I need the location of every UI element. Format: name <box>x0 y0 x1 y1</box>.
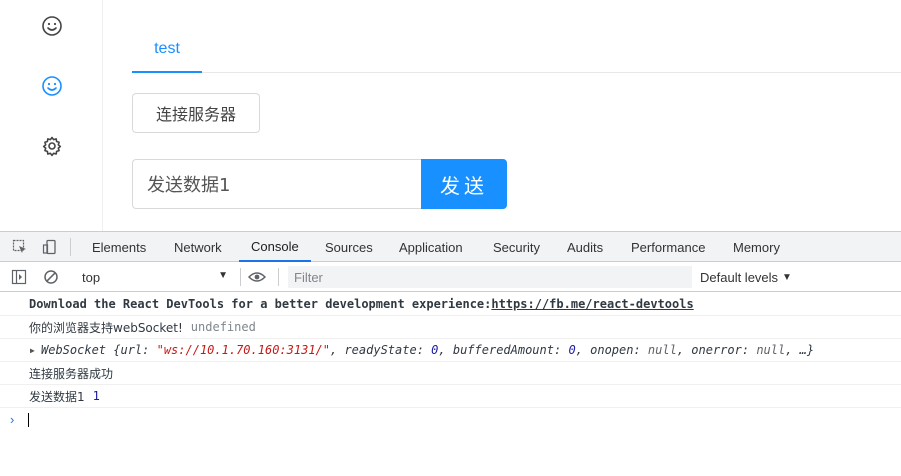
ws-ready-key: , readyState: <box>330 343 432 357</box>
ws-object-name: WebSocket <box>41 343 107 357</box>
ws-url-value: "ws://10.1.70.160:3131/" <box>156 343 330 357</box>
clear-console-icon[interactable] <box>42 268 60 286</box>
send-button-label: 发送 <box>440 173 488 198</box>
ws-object-open: {url: <box>106 343 157 357</box>
device-toolbar-icon[interactable] <box>41 238 59 256</box>
devtools-tab-sources[interactable]: Sources <box>325 232 373 262</box>
devtools-tab-label: Performance <box>631 239 706 255</box>
devtools-tab-bar: Elements Network Console Sources Applica… <box>0 232 901 262</box>
send-button[interactable]: 发送 <box>421 159 507 209</box>
sidebar-toggle-icon[interactable] <box>10 268 28 286</box>
smile-icon[interactable] <box>40 14 64 38</box>
ws-onerror-key: , onerror: <box>676 343 757 357</box>
app-window: test 连接服务器 发送数据1 发送 <box>0 0 901 231</box>
devtools-tab-performance[interactable]: Performance <box>631 232 705 262</box>
ws-ready-value: 0 <box>431 343 439 357</box>
toolbar-separator <box>278 268 279 286</box>
tab-test[interactable]: test <box>132 24 202 73</box>
devtools-tab-label: Security <box>493 239 540 255</box>
ws-object-tail: , …} <box>785 343 815 357</box>
tab-active-indicator <box>132 71 202 73</box>
sent-value: 1 <box>92 389 100 403</box>
expand-triangle-icon[interactable]: ▶ <box>30 346 35 355</box>
gear-icon[interactable] <box>40 134 64 158</box>
log-levels-dropdown[interactable]: Default levels ▼ <box>700 266 792 288</box>
execution-context-value: top <box>82 269 101 285</box>
eye-icon[interactable] <box>248 268 266 286</box>
prompt-chevron-icon: › <box>10 412 15 427</box>
console-message: Download the React DevTools for a better… <box>0 293 901 316</box>
connected-message: 连接服务器成功 <box>29 366 114 381</box>
ws-onopen-key: , onopen: <box>575 343 648 357</box>
text-cursor <box>28 413 29 427</box>
devtools-tab-application[interactable]: Application <box>399 232 463 262</box>
devtools-tab-label: Network <box>174 239 222 255</box>
inspect-element-icon[interactable] <box>11 238 29 256</box>
devtools-tab-label: Elements <box>92 239 147 255</box>
send-data-input-value: 发送数据1 <box>147 175 231 196</box>
send-data-input[interactable]: 发送数据1 <box>132 159 422 209</box>
sent-message: 发送数据1 <box>29 389 85 404</box>
devtools-tab-audits[interactable]: Audits <box>567 232 603 262</box>
connect-server-button-label: 连接服务器 <box>155 105 236 124</box>
devtools-tab-label: Console <box>251 238 299 254</box>
console-output: Download the React DevTools for a better… <box>0 293 901 431</box>
execution-context-select[interactable]: top ▼ <box>72 266 234 288</box>
console-filter-input[interactable]: Filter <box>288 266 692 288</box>
devtools-tab-label: Sources <box>325 239 373 255</box>
ws-buffered-key: , bufferedAmount: <box>438 343 569 357</box>
devtools-panel: Elements Network Console Sources Applica… <box>0 231 901 476</box>
tab-test-label: test <box>154 39 180 57</box>
ws-buffered-value: 0 <box>568 343 576 357</box>
smile-icon-active[interactable] <box>40 74 64 98</box>
ws-onerror-value: null <box>756 343 786 357</box>
log-levels-label: Default levels <box>700 269 779 285</box>
devtools-tab-label: Application <box>399 239 463 255</box>
devtools-tab-label: Memory <box>733 239 780 255</box>
console-filter-placeholder: Filter <box>294 269 323 285</box>
console-message: 你的浏览器支持webSocket! undefined <box>0 316 901 339</box>
devtools-tab-network[interactable]: Network <box>174 232 222 262</box>
devtools-tab-security[interactable]: Security <box>493 232 540 262</box>
devtools-separator <box>70 238 71 256</box>
devtools-tab-elements[interactable]: Elements <box>92 232 146 262</box>
react-devtools-message: Download the React DevTools for a better… <box>29 297 492 311</box>
support-message: 你的浏览器支持webSocket! <box>29 320 183 335</box>
sidebar <box>0 0 103 231</box>
ws-onopen-value: null <box>647 343 677 357</box>
devtools-tab-label: Audits <box>567 239 604 255</box>
console-message[interactable]: ▶ WebSocket {url: "ws://10.1.70.160:3131… <box>0 339 901 362</box>
react-devtools-link[interactable]: https://fb.me/react-devtools <box>491 297 693 311</box>
toolbar-separator <box>240 268 241 286</box>
console-message: 发送数据1 1 <box>0 385 901 408</box>
chevron-down-icon: ▼ <box>782 271 792 283</box>
console-toolbar: top ▼ Filter Default levels ▼ <box>0 262 901 292</box>
chevron-down-icon: ▼ <box>218 270 228 281</box>
console-prompt-row[interactable]: › <box>0 408 901 431</box>
tab-bar: test <box>132 24 901 73</box>
support-value: undefined <box>190 320 256 334</box>
console-message: 连接服务器成功 <box>0 362 901 385</box>
connect-server-button[interactable]: 连接服务器 <box>132 93 260 133</box>
devtools-tab-console[interactable]: Console <box>239 232 311 262</box>
devtools-tab-memory[interactable]: Memory <box>733 232 780 262</box>
